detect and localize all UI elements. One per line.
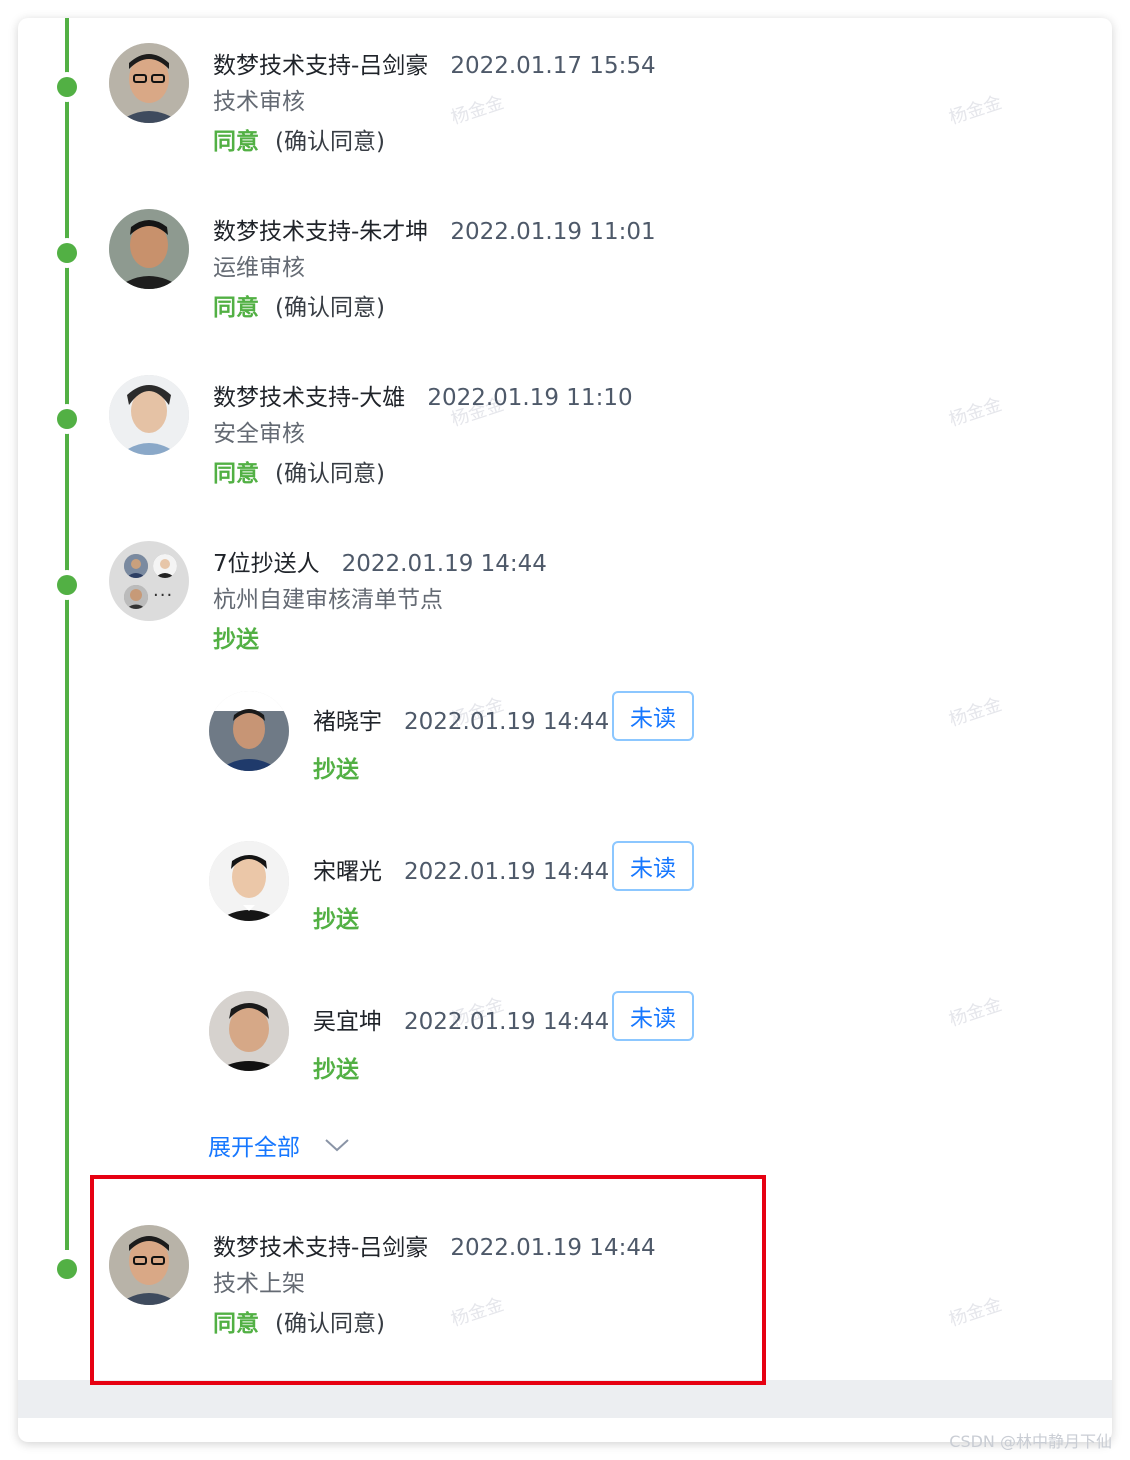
cc-group-avatar[interactable]: ···	[109, 541, 189, 621]
timeline-dot	[57, 77, 77, 97]
cc-person-time: 2022.01.19 14:44	[404, 1009, 610, 1035]
cc-node-row: 7位抄送人 2022.01.19 14:44	[213, 544, 547, 578]
approval-time: 2022.01.19 11:10	[427, 385, 633, 411]
watermark: 杨金金	[946, 994, 1005, 1031]
watermark: 杨金金	[946, 1294, 1005, 1331]
watermark: 杨金金	[946, 694, 1005, 731]
approver-row: 数梦技术支持-朱才坤 2022.01.19 11:01	[213, 212, 656, 246]
cc-person-status: 抄送	[313, 1057, 359, 1083]
cc-node-role: 杭州自建审核清单节点	[213, 587, 443, 613]
approval-note: (确认同意)	[275, 295, 385, 321]
approval-status: 同意	[213, 295, 259, 321]
cc-person-row: 宋曙光 2022.01.19 14:44	[313, 852, 609, 886]
avatar[interactable]	[109, 43, 189, 123]
cc-person-status-row: 抄送	[313, 900, 359, 934]
mini-avatar	[153, 554, 177, 578]
cc-node-status-row: 抄送	[213, 620, 259, 654]
mini-avatar	[124, 585, 148, 609]
timeline-dot	[57, 243, 77, 263]
approval-note: (确认同意)	[275, 129, 385, 155]
approval-time: 2022.01.19 11:01	[450, 219, 656, 245]
unread-badge[interactable]: 未读	[612, 691, 694, 741]
chevron-down-icon	[325, 1139, 349, 1152]
cc-person-row: 吴宜坤 2022.01.19 14:44	[313, 1002, 609, 1036]
highlight-box	[90, 1175, 766, 1385]
cc-person-row: 褚晓宇 2022.01.19 14:44	[313, 702, 609, 736]
cc-person-status: 抄送	[313, 907, 359, 933]
approval-role: 技术审核	[213, 89, 305, 115]
avatar[interactable]	[109, 375, 189, 455]
approval-status-row: 同意 (确认同意)	[213, 122, 385, 156]
credit-watermark: CSDN @林中静月下仙	[949, 1432, 1112, 1451]
avatar[interactable]	[209, 991, 289, 1071]
approval-time: 2022.01.17 15:54	[450, 53, 656, 79]
cc-person-status-row: 抄送	[313, 750, 359, 784]
cc-person-time: 2022.01.19 14:44	[404, 709, 610, 735]
cc-person-status-row: 抄送	[313, 1050, 359, 1084]
approver-name: 数梦技术支持-吕剑豪	[213, 53, 429, 79]
approval-note: (确认同意)	[275, 461, 385, 487]
timeline-line	[65, 18, 69, 1250]
timeline-dot	[57, 409, 77, 429]
cc-node-name: 7位抄送人	[213, 551, 320, 577]
avatar[interactable]	[209, 841, 289, 921]
watermark: 杨金金	[946, 92, 1005, 129]
unread-badge[interactable]: 未读	[612, 991, 694, 1041]
watermark: 杨金金	[448, 92, 507, 129]
expand-all-label: 展开全部	[208, 1135, 300, 1161]
cc-person-time: 2022.01.19 14:44	[404, 859, 610, 885]
approval-role: 运维审核	[213, 255, 305, 281]
cc-node-status: 抄送	[213, 627, 259, 653]
approval-status: 同意	[213, 461, 259, 487]
expand-all-button[interactable]: 展开全部	[208, 1128, 350, 1162]
timeline-dot	[57, 575, 77, 595]
bottom-bar	[18, 1380, 1112, 1418]
watermark: 杨金金	[946, 394, 1005, 431]
approver-name: 数梦技术支持-大雄	[213, 385, 406, 411]
mini-avatar	[124, 554, 148, 578]
approver-row: 数梦技术支持-吕剑豪 2022.01.17 15:54	[213, 46, 656, 80]
approval-status-row: 同意 (确认同意)	[213, 288, 385, 322]
approval-timeline-card: 杨金金 杨金金 杨金金 杨金金 杨金金 杨金金 杨金金 杨金金 杨金金 杨金金 …	[18, 18, 1112, 1442]
cc-node-time: 2022.01.19 14:44	[341, 551, 547, 577]
approver-name: 数梦技术支持-朱才坤	[213, 219, 429, 245]
unread-badge[interactable]: 未读	[612, 841, 694, 891]
approval-status-row: 同意 (确认同意)	[213, 454, 385, 488]
avatar[interactable]	[209, 691, 289, 771]
approver-row: 数梦技术支持-大雄 2022.01.19 11:10	[213, 378, 633, 412]
cc-person-name: 吴宜坤	[313, 1009, 382, 1035]
more-icon: ···	[153, 585, 174, 606]
approval-status: 同意	[213, 129, 259, 155]
timeline-dot	[57, 1259, 77, 1279]
cc-person-name: 宋曙光	[313, 859, 382, 885]
avatar[interactable]	[109, 209, 189, 289]
approval-role: 安全审核	[213, 421, 305, 447]
cc-person-status: 抄送	[313, 757, 359, 783]
cc-person-name: 褚晓宇	[313, 709, 382, 735]
